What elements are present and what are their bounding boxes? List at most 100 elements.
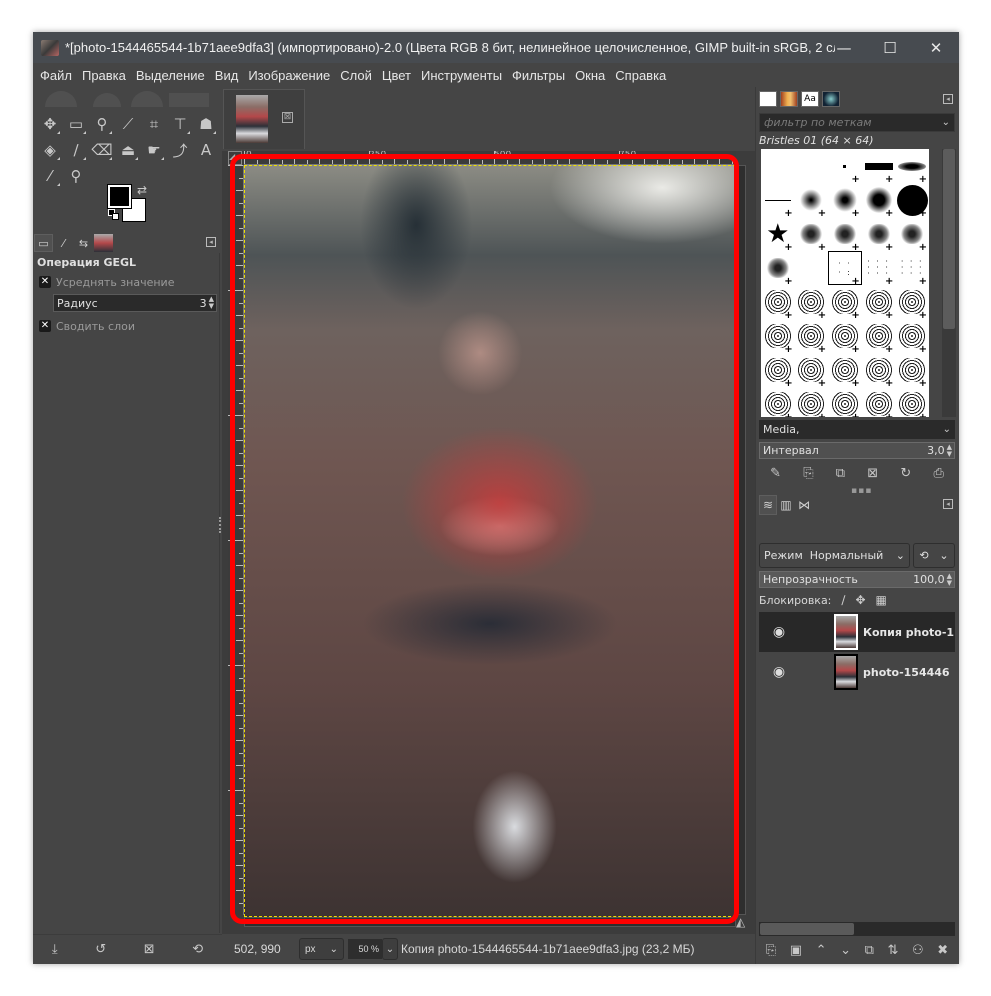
horizontal-scrollbar[interactable] [244, 917, 736, 927]
brush-item[interactable]: ★ + [761, 217, 795, 253]
brush-tags-field[interactable]: Media, ⌄ [759, 420, 955, 439]
reset-colors-icon[interactable] [108, 209, 120, 221]
brush-item[interactable]: + [862, 353, 896, 389]
rect-select-tool-icon[interactable]: ▭ [63, 111, 89, 137]
free-select-tool-icon[interactable]: ⚲ [89, 111, 115, 137]
checkbox-icon[interactable]: ✕ [39, 320, 51, 332]
brush-item[interactable]: + [795, 183, 829, 219]
image-canvas[interactable] [244, 165, 736, 917]
brush-item[interactable]: + [828, 353, 862, 389]
layers-scrollbar[interactable] [759, 922, 955, 936]
edit-brush-icon[interactable]: ✎ [770, 466, 781, 481]
opacity-value[interactable]: 100,0 [913, 573, 945, 586]
tab-tool-options[interactable]: ▭ [34, 234, 53, 252]
brush-item[interactable]: + [828, 149, 862, 185]
brush-item[interactable]: + [761, 183, 795, 219]
unified-transform-tool-icon[interactable]: ⊤ [167, 111, 193, 137]
chevron-down-icon[interactable]: ⌄ [942, 114, 950, 131]
ruler-corner-icon[interactable]: ◢ [228, 151, 242, 165]
menu-help[interactable]: Справка [615, 68, 666, 83]
brush-item[interactable]: + [895, 387, 929, 417]
spin-arrows-icon[interactable]: ▲ ▼ [209, 296, 214, 310]
clone-tool-icon[interactable]: ⏏ [115, 137, 141, 163]
brush-item[interactable]: + [895, 319, 929, 355]
brush-item[interactable]: + [828, 387, 862, 417]
brush-item[interactable]: + [795, 387, 829, 417]
menu-layer[interactable]: Слой [340, 68, 372, 83]
menu-colors[interactable]: Цвет [382, 68, 411, 83]
panel-splitter-handle[interactable]: ▪▪▪ [851, 486, 872, 496]
delete-layer-icon[interactable]: ✖ [937, 943, 948, 958]
horizontal-ruler[interactable]: 0 250 500 750 [244, 151, 736, 165]
brush-item[interactable]: + [795, 319, 829, 355]
unit-select[interactable]: px ⌄ [299, 938, 344, 960]
restore-options-icon[interactable]: ↺ [95, 942, 106, 957]
brush-item[interactable]: + [895, 217, 929, 253]
brush-item[interactable]: + [895, 285, 929, 321]
tab-patterns[interactable] [780, 91, 798, 107]
brush-item[interactable]: + [895, 353, 929, 389]
brush-item[interactable] [795, 251, 829, 285]
navigate-icon[interactable]: ◭ [736, 915, 750, 929]
dock-menu-icon[interactable]: ◂ [943, 94, 953, 104]
layer-name[interactable]: Копия photo-1 [863, 626, 954, 639]
vertical-ruler[interactable] [228, 165, 244, 915]
menu-file[interactable]: Файл [40, 68, 72, 83]
duplicate-brush-icon[interactable]: ⧉ [836, 466, 845, 481]
eye-icon[interactable]: ◉ [759, 664, 799, 680]
brush-item[interactable]: · · · · · · · · · + [895, 251, 929, 288]
brush-item[interactable]: + [862, 183, 896, 219]
brush-item[interactable]: + [862, 217, 896, 253]
spacing-field[interactable]: Интервал 3,0 ▲ ▼ [759, 442, 955, 459]
lower-layer-icon[interactable]: ⌄ [840, 943, 851, 958]
delete-options-icon[interactable]: ⊠ [144, 942, 155, 957]
lock-pixels-icon[interactable]: ∕ [841, 593, 845, 607]
menu-tools[interactable]: Инструменты [421, 68, 502, 83]
brush-item[interactable]: + [761, 353, 795, 389]
layer-row[interactable]: ◉ photo-154446 [759, 652, 955, 692]
delete-brush-icon[interactable]: ⊠ [867, 466, 878, 481]
brush-item[interactable]: · · · · · · · · · + [862, 251, 896, 288]
menu-image[interactable]: Изображение [248, 68, 330, 83]
brush-item[interactable] [795, 149, 829, 183]
radius-field[interactable]: Радиус 3 ▲ ▼ [53, 294, 217, 312]
new-brush-icon[interactable]: ⎘ [803, 466, 813, 481]
brush-item[interactable]: + [761, 319, 795, 355]
eraser-tool-icon[interactable]: ⌫ [89, 137, 115, 163]
warp-transform-tool-icon[interactable]: ☗ [193, 111, 219, 137]
vertical-scrollbar[interactable] [736, 165, 746, 915]
spacing-value[interactable]: 3,0 [927, 444, 945, 457]
image-tab[interactable]: ⊠ [223, 89, 305, 149]
composite-mode-select[interactable]: ⟲ ⌄ [913, 543, 955, 568]
tab-paths[interactable]: ⋈ [795, 495, 813, 515]
crop-tool-icon[interactable]: ⌗ [141, 111, 167, 137]
minimize-button[interactable]: — [821, 32, 867, 63]
layer-mask-icon[interactable]: ⚇ [912, 943, 924, 958]
swap-colors-icon[interactable]: ⇄ [137, 183, 147, 197]
zoom-dropdown[interactable]: ⌄ [382, 938, 398, 960]
save-options-icon[interactable]: ⤓ [52, 942, 58, 957]
reset-options-icon[interactable]: ⟲ [192, 942, 203, 957]
brush-item[interactable]: + [828, 217, 862, 253]
smudge-tool-icon[interactable]: ☛ [141, 137, 167, 163]
refresh-brushes-icon[interactable]: ↻ [900, 466, 911, 481]
tab-gradients[interactable] [822, 91, 840, 107]
fuzzy-select-tool-icon[interactable]: ⟋ [115, 111, 141, 137]
close-button[interactable]: ✕ [913, 32, 959, 63]
brush-item[interactable]: + [862, 387, 896, 417]
brush-scrollbar[interactable] [942, 149, 956, 417]
brush-item[interactable]: + [895, 149, 929, 185]
opacity-field[interactable]: Непрозрачность 100,0 ▲ ▼ [759, 571, 955, 588]
dock-menu-icon[interactable]: ◂ [943, 499, 953, 509]
average-checkbox-row[interactable]: ✕ Усреднять значение [33, 272, 219, 292]
new-layer-group-icon[interactable]: ▣ [790, 943, 802, 958]
spin-arrows-icon[interactable]: ▲ ▼ [947, 443, 952, 458]
text-tool-icon[interactable]: A [193, 137, 219, 163]
layer-mode-select[interactable]: Режим Нормальный ⌄ [759, 543, 910, 568]
lock-position-icon[interactable]: ✥ [855, 593, 865, 607]
paths-tool-icon[interactable]: ⤴ [167, 137, 193, 163]
tab-layers[interactable]: ≋ [759, 495, 777, 515]
brush-item[interactable]: + [795, 353, 829, 389]
tag-filter-input[interactable]: фильтр по меткам ⌄ [759, 113, 955, 132]
layer-name[interactable]: photo-154446 [863, 666, 950, 679]
